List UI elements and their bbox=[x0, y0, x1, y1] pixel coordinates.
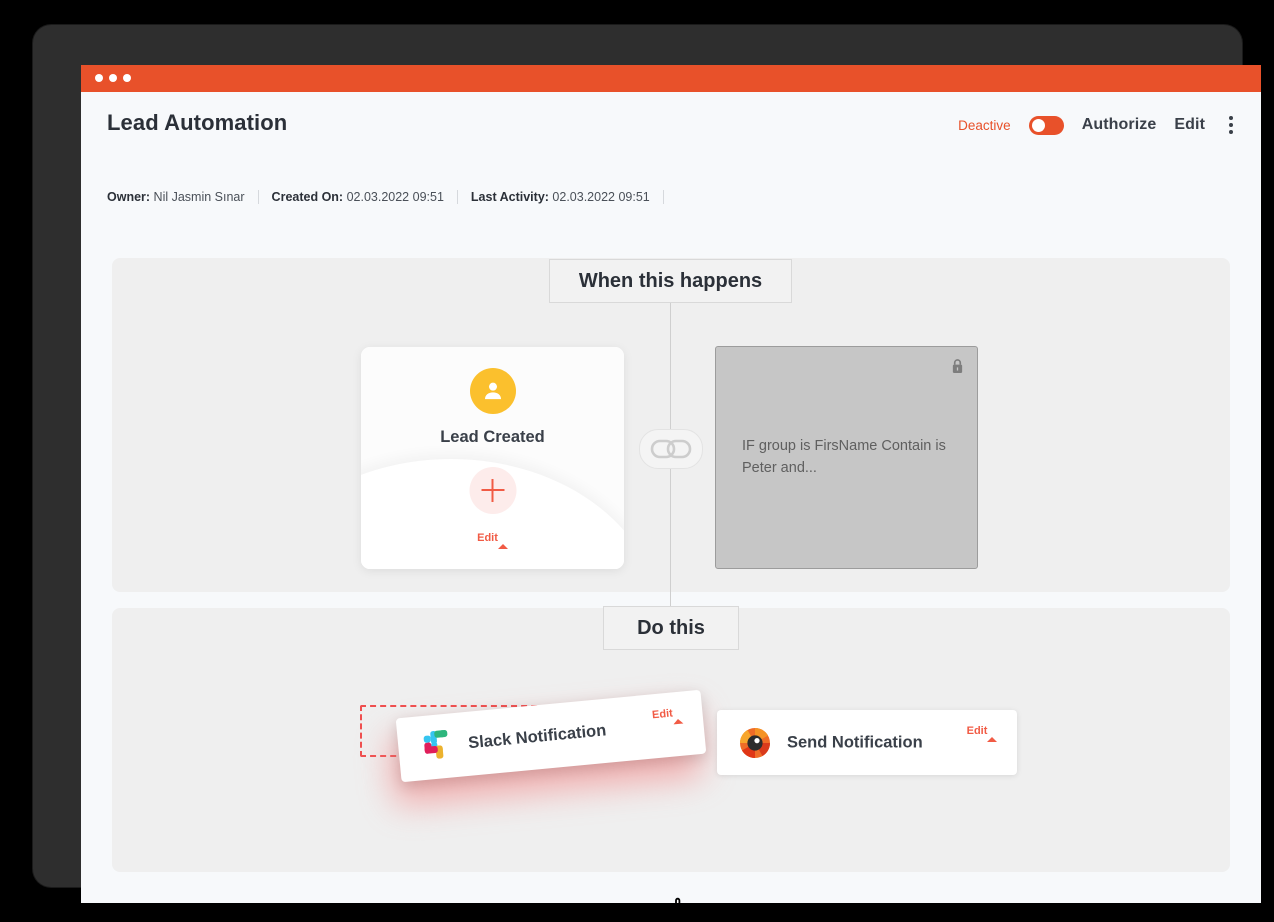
trigger-edit-button[interactable]: Edit bbox=[361, 532, 624, 549]
meta-created: Created On: 02.03.2022 09:51 bbox=[272, 190, 458, 204]
meta-created-value: 02.03.2022 09:51 bbox=[346, 190, 444, 204]
add-step-button[interactable] bbox=[469, 467, 516, 514]
trigger-section-label: When this happens bbox=[549, 259, 792, 303]
window-title-bar bbox=[81, 65, 1261, 92]
pointing-hand-cursor-icon bbox=[664, 895, 696, 903]
link-chain-icon[interactable] bbox=[639, 429, 703, 469]
action-card-send-title: Send Notification bbox=[787, 733, 923, 751]
header-actions: Deactive Authorize Edit bbox=[958, 114, 1239, 136]
caret-up-icon bbox=[987, 725, 998, 742]
caret-up-icon bbox=[672, 706, 684, 725]
trigger-panel bbox=[112, 258, 1230, 592]
caret-up-icon bbox=[497, 532, 508, 549]
action-section-label: Do this bbox=[603, 606, 739, 650]
action-card-slack-title: Slack Notification bbox=[467, 721, 608, 753]
user-avatar-icon bbox=[469, 368, 516, 414]
window-controls[interactable] bbox=[95, 74, 131, 82]
condition-card-text: IF group is FirsName Contain is Peter an… bbox=[742, 438, 946, 477]
send-edit-label: Edit bbox=[966, 725, 988, 737]
activation-toggle[interactable] bbox=[1028, 115, 1064, 135]
slack-logo-icon bbox=[419, 729, 454, 764]
window-maximize-dot[interactable] bbox=[123, 74, 131, 82]
page-title: Lead Automation bbox=[107, 110, 288, 135]
window-minimize-dot[interactable] bbox=[109, 74, 117, 82]
app-window: Lead Automation Deactive Authorize Edit … bbox=[81, 65, 1261, 903]
meta-owner-value: Nil Jasmin Sınar bbox=[153, 190, 245, 204]
meta-created-key: Created On: bbox=[271, 190, 344, 204]
slack-edit-label: Edit bbox=[651, 707, 674, 722]
app-header: Lead Automation Deactive Authorize Edit bbox=[81, 92, 1261, 164]
edit-button[interactable]: Edit bbox=[1174, 116, 1205, 134]
automation-canvas: When this happens Lead Created Edit IF g… bbox=[81, 210, 1261, 903]
authorize-button[interactable]: Authorize bbox=[1082, 116, 1157, 134]
trigger-card[interactable]: Lead Created Edit bbox=[361, 347, 624, 569]
more-vertical-icon[interactable] bbox=[1223, 114, 1239, 136]
status-label: Deactive bbox=[958, 117, 1011, 133]
meta-owner-key: Owner: bbox=[107, 190, 151, 204]
condition-card: IF group is FirsName Contain is Peter an… bbox=[715, 346, 978, 569]
action-card-send-notification[interactable]: Send Notification Edit bbox=[717, 710, 1017, 775]
device-bezel: Lead Automation Deactive Authorize Edit … bbox=[33, 25, 1261, 903]
meta-activity-value: 02.03.2022 09:51 bbox=[552, 190, 650, 204]
window-close-dot[interactable] bbox=[95, 74, 103, 82]
trigger-edit-label: Edit bbox=[477, 532, 498, 544]
action-card-slack-edit[interactable]: Edit bbox=[650, 706, 685, 725]
trigger-card-title: Lead Created bbox=[440, 428, 545, 446]
lock-icon bbox=[951, 358, 964, 379]
plus-icon bbox=[481, 479, 504, 502]
meta-activity: Last Activity: 02.03.2022 09:51 bbox=[471, 190, 664, 204]
send-notification-icon bbox=[739, 727, 771, 759]
toggle-knob bbox=[1031, 118, 1045, 132]
record-meta: Owner: Nil Jasmin Sınar Created On: 02.0… bbox=[107, 190, 677, 204]
action-card-send-edit[interactable]: Edit bbox=[965, 725, 999, 742]
meta-owner: Owner: Nil Jasmin Sınar bbox=[107, 190, 259, 204]
meta-activity-key: Last Activity: bbox=[470, 190, 549, 204]
